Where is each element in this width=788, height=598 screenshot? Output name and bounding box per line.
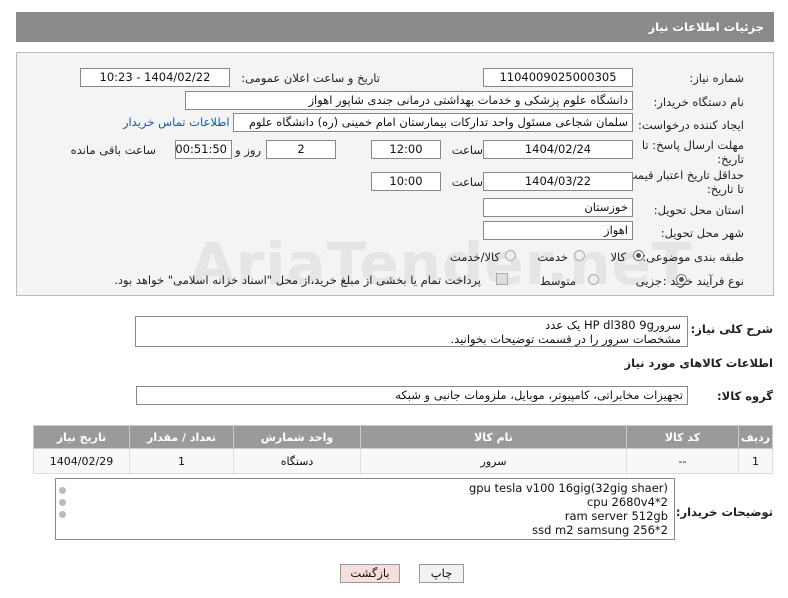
process-label: نوع فرآیند خرید : xyxy=(662,274,744,288)
price-validity-label-1: حداقل تاریخ اعتبار قیمت: xyxy=(622,168,744,182)
buyer-note-line: ram server 512gb xyxy=(564,509,668,523)
summary-textarea[interactable]: سرورHP dl380 9g یک عدد مشخصات سرور را در… xyxy=(135,316,688,347)
cell-name: سرور xyxy=(360,448,627,474)
treasury-payment-checkbox[interactable] xyxy=(496,273,508,285)
goods-group-field: تجهیزات مخابراتی، کامپیوتر، موبایل، ملزو… xyxy=(136,386,688,405)
cell-unit: دستگاه xyxy=(233,448,361,474)
announce-label: تاریخ و ساعت اعلان عمومی: xyxy=(241,71,380,85)
cell-code: -- xyxy=(626,448,739,474)
col-code-header: کد کالا xyxy=(626,425,739,449)
scroll-dot-icon xyxy=(59,499,66,506)
category-service-label: خدمت xyxy=(537,250,568,264)
need-number-field: 1104009025000305 xyxy=(483,68,633,87)
creator-field: سلمان شجاعی مسئول واحد تدارکات بیمارستان… xyxy=(233,113,633,132)
summary-line-2: مشخصات سرور را در قسمت توضیحات بخوانید. xyxy=(450,332,681,346)
summary-label: شرح کلی نیاز: xyxy=(690,322,773,336)
announce-field: 1404/02/22 - 10:23 xyxy=(80,68,230,87)
days-field: 2 xyxy=(266,140,336,159)
table-row: 1 -- سرور دستگاه 1 1404/02/29 xyxy=(33,448,773,474)
creator-label: ایجاد کننده درخواست: xyxy=(638,118,744,132)
process-medium-label: متوسط xyxy=(539,274,576,288)
category-label: طبقه بندی موضوعی: xyxy=(642,250,744,264)
category-goods-service-radio[interactable] xyxy=(505,250,516,261)
back-button[interactable]: بازگشت xyxy=(340,564,400,583)
category-goods-radio[interactable] xyxy=(633,250,644,261)
category-goods-service-label: کالا/خدمت xyxy=(449,250,500,264)
remaining-time-field: 00:51:50 xyxy=(175,140,232,159)
city-field: اهواز xyxy=(483,221,633,240)
price-time-field: 10:00 xyxy=(371,172,441,191)
remaining-time-label: ساعت باقی مانده xyxy=(70,143,156,157)
price-validity-label-2: تا تاریخ: xyxy=(706,182,744,196)
contact-info-link[interactable]: اطلاعات تماس خریدار xyxy=(123,115,230,129)
province-label: استان محل تحویل: xyxy=(653,203,744,217)
process-partial-label: جزیی xyxy=(635,274,662,288)
city-label: شهر محل تحویل: xyxy=(660,226,744,240)
deadline-label-1: مهلت ارسال پاسخ: تا xyxy=(641,138,744,152)
page-header: جزئیات اطلاعات نیاز xyxy=(16,12,774,42)
cell-qty: 1 xyxy=(129,448,234,474)
deadline-date-field: 1404/02/24 xyxy=(483,140,633,159)
deadline-time-label: ساعت xyxy=(451,143,483,157)
buyer-note-line: gpu tesla v100 16gig(32gig shaer) xyxy=(468,481,668,495)
print-button[interactable]: چاپ xyxy=(419,564,464,583)
cell-row: 1 xyxy=(738,448,773,474)
col-row-header: ردیف xyxy=(738,425,773,449)
goods-section-title: اطلاعات کالاهای مورد نیاز xyxy=(624,356,773,370)
deadline-label-2: تاریخ: xyxy=(717,152,744,166)
category-service-radio[interactable] xyxy=(574,250,585,261)
buyer-org-label: نام دستگاه خریدار: xyxy=(653,95,744,109)
col-date-header: تاریخ نیاز xyxy=(33,425,130,449)
buyer-note-line: ssd m2 samsung 256*2 xyxy=(532,523,668,537)
process-medium-radio[interactable] xyxy=(588,274,599,285)
buyer-note-line: cpu 2680v4*2 xyxy=(586,495,668,509)
price-date-field: 1404/03/22 xyxy=(483,172,633,191)
scroll-dot-icon xyxy=(59,511,66,518)
col-unit-header: واحد شمارش xyxy=(233,425,361,449)
col-name-header: نام کالا xyxy=(360,425,627,449)
deadline-time-field: 12:00 xyxy=(371,140,441,159)
process-partial-radio[interactable] xyxy=(676,274,687,285)
price-time-label: ساعت xyxy=(451,175,483,189)
buyer-notes-textarea[interactable]: gpu tesla v100 16gig(32gig shaer) cpu 26… xyxy=(55,478,675,540)
days-label: روز و xyxy=(235,143,261,157)
goods-group-label: گروه کالا: xyxy=(717,389,773,403)
category-goods-label: کالا xyxy=(610,250,626,264)
summary-line-1: سرورHP dl380 9g یک عدد xyxy=(545,318,681,332)
page-title: جزئیات اطلاعات نیاز xyxy=(648,20,764,34)
province-field: خوزستان xyxy=(483,198,633,217)
buyer-notes-label: توضیحات خریدار: xyxy=(675,505,773,519)
treasury-payment-note: پرداخت تمام یا بخشی از مبلغ خرید،از محل … xyxy=(114,273,481,287)
need-number-label: شماره نیاز: xyxy=(689,71,744,85)
goods-table: ردیف کد کالا نام کالا واحد شمارش تعداد /… xyxy=(33,425,773,474)
col-qty-header: تعداد / مقدار xyxy=(129,425,234,449)
scroll-dot-icon xyxy=(59,487,66,494)
cell-date: 1404/02/29 xyxy=(33,448,130,474)
table-header-row: ردیف کد کالا نام کالا واحد شمارش تعداد /… xyxy=(33,425,773,449)
buyer-org-field: دانشگاه علوم پزشکی و خدمات بهداشتی درمان… xyxy=(185,91,633,110)
